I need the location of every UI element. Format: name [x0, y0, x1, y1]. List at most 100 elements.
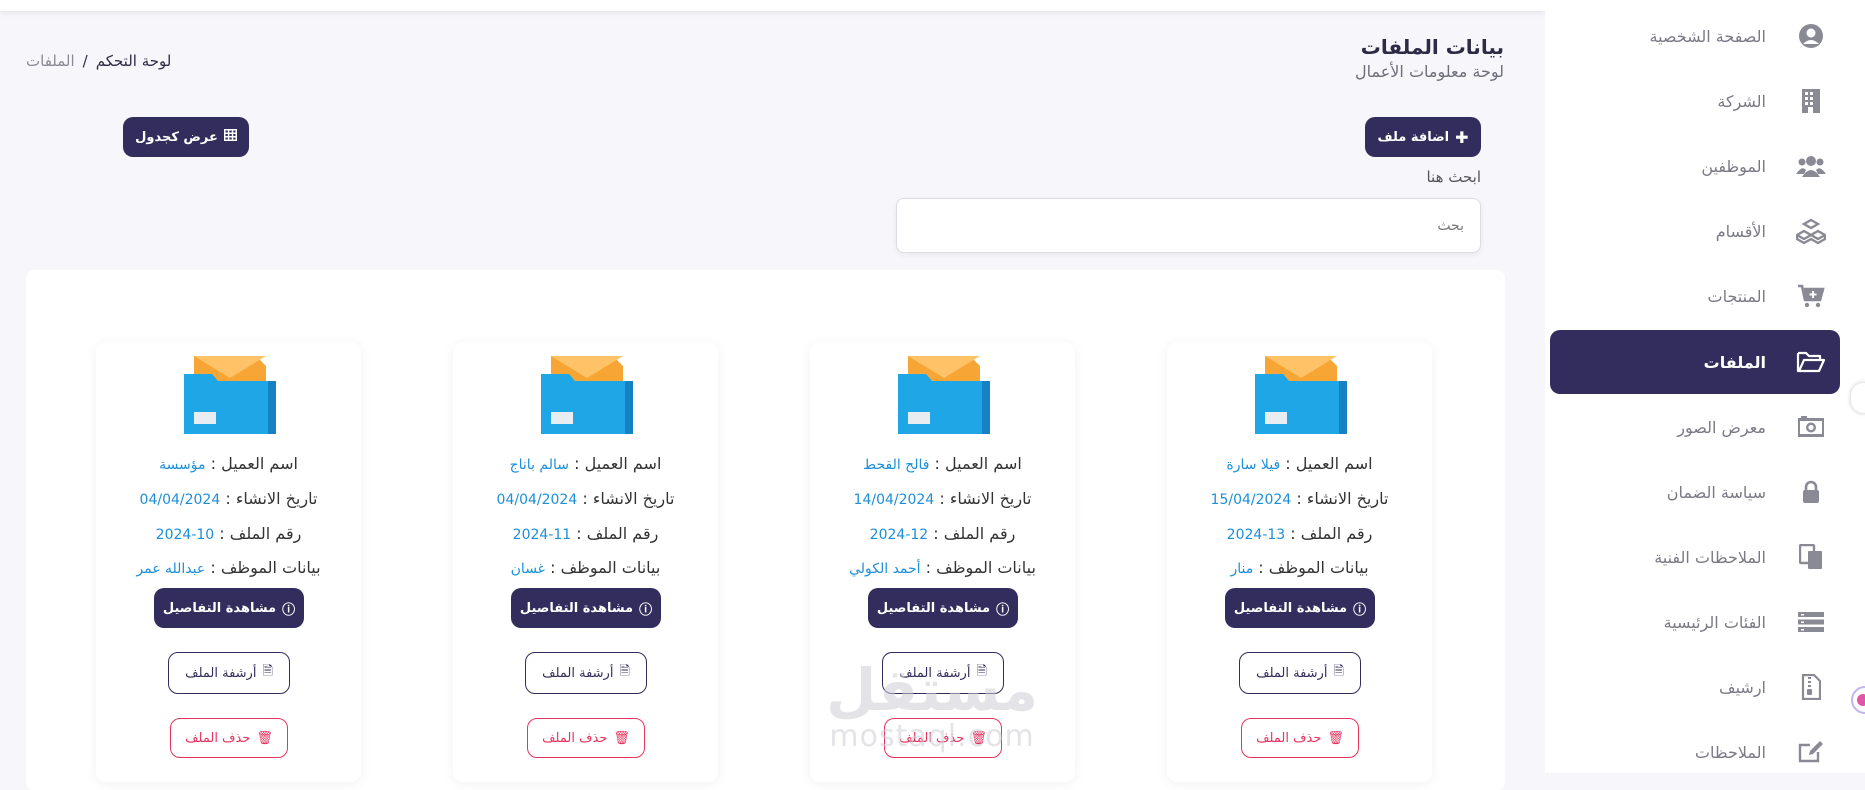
sidebar-item-technical-notes[interactable]: الملاحظات الفنية: [1550, 525, 1840, 589]
table-icon: [223, 129, 237, 145]
sidebar-item-company[interactable]: الشركة: [1550, 69, 1840, 133]
info-icon: ⓘ: [282, 602, 296, 618]
employee-name: منار: [1230, 561, 1254, 577]
created-label: تاريخ الانشاء :: [939, 489, 1032, 508]
sidebar-item-notes[interactable]: الملاحظات: [1550, 720, 1840, 784]
delete-file-button[interactable]: 🗑 حذف الملف: [170, 718, 288, 758]
sidebar-item-employees[interactable]: الموظفين: [1550, 134, 1840, 198]
employee-row: بيانات الموظف : غسان: [453, 558, 718, 577]
add-file-button[interactable]: ✚ اضافة ملف: [1365, 117, 1481, 157]
breadcrumb-separator: /: [82, 52, 88, 70]
file-number-row: رقم الملف : 12-2024: [810, 524, 1075, 543]
sidebar-item-label: سياسة الضمان: [1666, 482, 1766, 502]
trash-icon: 🗑: [613, 730, 630, 746]
plus-icon: ✚: [1455, 127, 1469, 147]
created-date: 14/04/2024: [853, 492, 935, 508]
view-details-button[interactable]: ⓘ مشاهدة التفاصيل: [1225, 588, 1375, 628]
employee-row: بيانات الموظف : عبدالله عمر: [96, 558, 361, 577]
table-view-button[interactable]: عرض كجدول: [123, 117, 249, 157]
archive-file-label: أرشفة الملف: [542, 665, 614, 681]
view-details-button[interactable]: ⓘ مشاهدة التفاصيل: [868, 588, 1018, 628]
created-row: تاريخ الانشاء : 15/04/2024: [1167, 489, 1432, 508]
sidebar-item-warranty-policy[interactable]: سياسة الضمان: [1550, 460, 1840, 524]
created-row: تاريخ الانشاء : 14/04/2024: [810, 489, 1075, 508]
add-file-label: اضافة ملف: [1377, 129, 1450, 145]
file-number: 12-2024: [869, 527, 929, 543]
sidebar-item-profile[interactable]: الصفحة الشخصية: [1550, 4, 1840, 68]
floating-widget-icon[interactable]: [1851, 686, 1865, 714]
copy-icon: [1796, 542, 1826, 572]
search-input[interactable]: [896, 198, 1481, 253]
sidebar-item-label: المنتجات: [1707, 286, 1767, 306]
watermark-latin: mostaql.com: [829, 719, 1035, 754]
view-details-button[interactable]: ⓘ مشاهدة التفاصيل: [154, 588, 304, 628]
created-date: 04/04/2024: [496, 492, 578, 508]
archive-file-button[interactable]: 🗎 أرشفة الملف: [168, 652, 290, 694]
view-details-button[interactable]: ⓘ مشاهدة التفاصيل: [511, 588, 661, 628]
file-number-label: رقم الملف :: [1290, 524, 1373, 543]
file-number-label: رقم الملف :: [933, 524, 1016, 543]
sidebar-item-main-categories[interactable]: الفئات الرئيسية: [1550, 590, 1840, 654]
created-label: تاريخ الانشاء :: [1296, 489, 1389, 508]
view-details-label: مشاهدة التفاصيل: [1233, 600, 1348, 616]
delete-file-label: حذف الملف: [542, 730, 608, 746]
client-label: اسم العميل :: [210, 454, 298, 473]
file-archive-icon: [1796, 672, 1826, 702]
created-row: تاريخ الانشاء : 04/04/2024: [453, 489, 718, 508]
sidebar-item-label: الموظفين: [1701, 156, 1766, 176]
file-icon: 🗎: [262, 664, 273, 679]
employee-row: بيانات الموظف : أحمد الكولي: [810, 558, 1075, 577]
view-details-label: مشاهدة التفاصيل: [876, 600, 991, 616]
folder-icon: [898, 356, 990, 434]
cart-plus-icon: [1796, 281, 1826, 311]
client-row: اسم العميل : سالم باناج: [453, 454, 718, 473]
list-icon: [1796, 607, 1826, 637]
building-icon: [1796, 86, 1826, 116]
sidebar-item-departments[interactable]: الأقسام: [1550, 199, 1840, 263]
trash-icon: 🗑: [1327, 730, 1344, 746]
employee-row: بيانات الموظف : منار: [1167, 558, 1432, 577]
folder-icon: [184, 356, 276, 434]
file-card: اسم العميل : سالم باناج تاريخ الانشاء : …: [453, 342, 718, 782]
sidebar-item-gallery[interactable]: معرض الصور: [1550, 395, 1840, 459]
file-number: 10-2024: [155, 527, 215, 543]
users-icon: [1796, 151, 1826, 181]
info-icon: ⓘ: [639, 602, 653, 618]
client-name: مؤسسة: [159, 457, 206, 473]
archive-file-button[interactable]: 🗎 أرشفة الملف: [1239, 652, 1361, 694]
client-row: اسم العميل : فالح القحط: [810, 454, 1075, 473]
archive-file-button[interactable]: 🗎 أرشفة الملف: [525, 652, 647, 694]
archive-file-label: أرشفة الملف: [185, 665, 257, 681]
file-number-label: رقم الملف :: [576, 524, 659, 543]
archive-file-label: أرشفة الملف: [1256, 665, 1328, 681]
view-details-label: مشاهدة التفاصيل: [162, 600, 277, 616]
watermark-logo: مستقل mostaql.com: [826, 660, 1038, 754]
cubes-icon: [1796, 216, 1826, 246]
delete-file-button[interactable]: 🗑 حذف الملف: [1241, 718, 1359, 758]
breadcrumb: لوحة التحكم / الملفات: [26, 52, 171, 70]
sidebar-collapse-handle[interactable]: [1851, 383, 1865, 413]
lock-icon: [1796, 477, 1826, 507]
file-icon: 🗎: [1333, 664, 1344, 679]
sidebar-item-label: الملاحظات الفنية: [1654, 547, 1766, 567]
client-row: اسم العميل : مؤسسة: [96, 454, 361, 473]
sidebar-item-files[interactable]: الملفات: [1550, 330, 1840, 394]
sidebar-item-label: معرض الصور: [1677, 417, 1766, 437]
file-number-label: رقم الملف :: [219, 524, 302, 543]
file-number: 13-2024: [1226, 527, 1286, 543]
sidebar-item-label: الشركة: [1717, 91, 1766, 111]
delete-file-button[interactable]: 🗑 حذف الملف: [527, 718, 645, 758]
sidebar-item-products[interactable]: المنتجات: [1550, 264, 1840, 328]
created-date: 15/04/2024: [1210, 492, 1292, 508]
watermark-arabic: مستقل: [826, 656, 1039, 724]
client-name: فالح القحط: [863, 457, 930, 473]
sidebar-item-archive[interactable]: ارشيف: [1550, 655, 1840, 719]
info-icon: ⓘ: [996, 602, 1010, 618]
folder-icon: [541, 356, 633, 434]
employee-name: أحمد الكولي: [849, 561, 921, 577]
file-card: اسم العميل : فيلا سارة تاريخ الانشاء : 1…: [1167, 342, 1432, 782]
table-view-label: عرض كجدول: [135, 129, 218, 145]
sidebar-item-label: الأقسام: [1715, 221, 1766, 241]
breadcrumb-home-link[interactable]: لوحة التحكم: [96, 52, 172, 70]
delete-file-label: حذف الملف: [185, 730, 251, 746]
